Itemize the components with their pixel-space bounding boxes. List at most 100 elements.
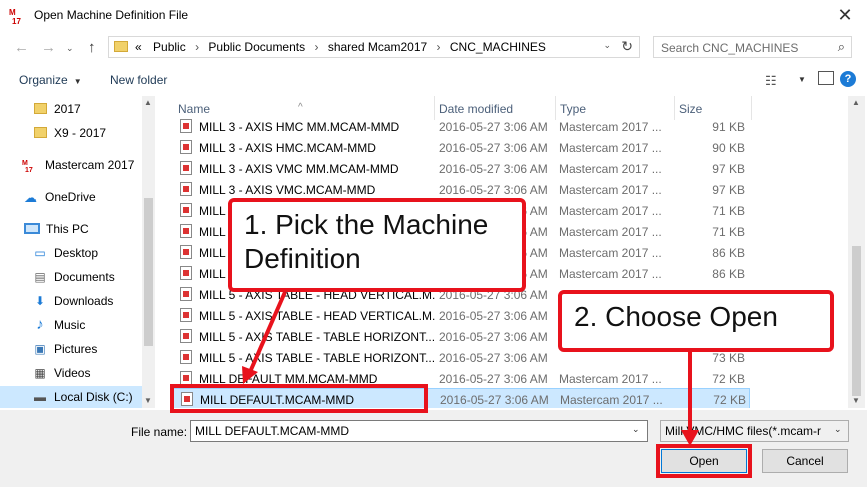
file-size: 71 KB bbox=[712, 225, 745, 239]
help-icon[interactable]: ? bbox=[840, 71, 856, 87]
cloud-icon: ☁ bbox=[24, 190, 37, 205]
pictures-icon: ▣ bbox=[34, 342, 46, 356]
music-icon: ♪ bbox=[36, 316, 44, 333]
address-bar[interactable]: « Public › Public Documents › shared Mca… bbox=[108, 36, 640, 58]
scroll-thumb[interactable] bbox=[852, 246, 861, 396]
chevron-down-icon[interactable]: ⌄ bbox=[632, 424, 640, 435]
sidebar-item-downloads[interactable]: ⬇ Downloads bbox=[0, 290, 142, 312]
breadcrumb: « Public › Public Documents › shared Mca… bbox=[135, 40, 546, 54]
file-name: MILL 3 - AXIS HMC.MCAM-MMD bbox=[199, 141, 376, 155]
file-name-input[interactable]: MILL DEFAULT.MCAM-MMD bbox=[190, 420, 648, 442]
mcam-file-icon bbox=[180, 203, 192, 217]
forward-arrow-icon[interactable]: → bbox=[41, 39, 56, 56]
sidebar-item-videos[interactable]: ▦ Videos bbox=[0, 362, 142, 384]
file-type-select[interactable]: Mill VMC/HMC files(*.mcam-r bbox=[660, 420, 849, 442]
svg-text:M: M bbox=[22, 160, 28, 167]
videos-icon: ▦ bbox=[34, 366, 46, 380]
view-options-icon[interactable]: ☷ bbox=[765, 73, 777, 89]
close-icon[interactable]: ✕ bbox=[835, 5, 855, 26]
scroll-down-icon[interactable]: ▼ bbox=[852, 396, 860, 405]
recent-locations-icon[interactable]: ⌄ bbox=[66, 43, 74, 54]
file-date: 2016-05-27 3:06 AM bbox=[439, 309, 548, 323]
file-row[interactable]: MILL 3 - AXIS VMC MM.MCAM-MMD 2016-05-27 … bbox=[172, 158, 750, 179]
downloads-icon: ⬇ bbox=[34, 294, 46, 308]
folder-icon bbox=[34, 103, 47, 114]
cancel-button[interactable]: Cancel bbox=[762, 449, 848, 473]
sidebar-item-label: 2017 bbox=[54, 102, 81, 116]
breadcrumb-cnc-machines[interactable]: CNC_MACHINES bbox=[450, 40, 546, 54]
disk-icon: ▬ bbox=[34, 390, 46, 404]
preview-pane-icon[interactable] bbox=[818, 71, 834, 85]
sidebar-item-label: Mastercam 2017 bbox=[45, 158, 135, 172]
file-date: 2016-05-27 3:06 AM bbox=[440, 393, 549, 407]
navigation-scrollbar[interactable]: ▲ ▼ bbox=[142, 96, 155, 408]
breadcrumb-public-documents[interactable]: Public Documents bbox=[208, 40, 305, 54]
chevron-down-icon[interactable]: ⌄ bbox=[834, 424, 842, 435]
chevron-down-icon[interactable]: ⌄ bbox=[603, 40, 611, 51]
column-divider[interactable] bbox=[751, 96, 752, 120]
highlight-selected-file bbox=[170, 384, 428, 413]
file-list-scrollbar[interactable]: ▲ ▼ bbox=[848, 96, 865, 408]
sidebar-item-music[interactable]: ♪ Music bbox=[0, 314, 142, 336]
file-name: MILL 5 - AXIS TABLE - HEAD VERTICAL.M... bbox=[199, 309, 435, 323]
chevron-down-icon[interactable]: ▼ bbox=[798, 75, 806, 84]
scroll-up-icon[interactable]: ▲ bbox=[144, 98, 152, 107]
sidebar-item-onedrive[interactable]: ☁ OneDrive bbox=[0, 186, 142, 208]
scroll-down-icon[interactable]: ▼ bbox=[144, 396, 152, 405]
search-icon[interactable]: ⌕ bbox=[838, 39, 845, 55]
file-type: Mastercam 2017 ... bbox=[559, 372, 662, 386]
sidebar-item-this-pc[interactable]: This PC bbox=[0, 218, 142, 240]
file-type: Mastercam 2017 ... bbox=[559, 162, 662, 176]
sidebar-item-documents[interactable]: ▤ Documents bbox=[0, 266, 142, 288]
file-size: 86 KB bbox=[712, 267, 745, 281]
search-input[interactable]: Search CNC_MACHINES ⌕ bbox=[653, 36, 852, 58]
sidebar-item-desktop[interactable]: ▭ Desktop bbox=[0, 242, 142, 264]
breadcrumb-separator: › bbox=[195, 40, 200, 54]
breadcrumb-shared-mcam2017[interactable]: shared Mcam2017 bbox=[328, 40, 427, 54]
window-title: Open Machine Definition File bbox=[34, 8, 189, 22]
callout-step2: 2. Choose Open bbox=[558, 290, 834, 352]
new-folder-button[interactable]: New folder bbox=[110, 73, 167, 87]
scroll-up-icon[interactable]: ▲ bbox=[852, 98, 860, 107]
column-header-label: Type bbox=[560, 102, 587, 116]
sidebar-item-mastercam-2017[interactable]: M 17 Mastercam 2017 bbox=[0, 154, 142, 176]
sidebar-item-label: Downloads bbox=[54, 294, 114, 308]
up-folder-icon[interactable]: ↑ bbox=[88, 39, 96, 56]
scroll-thumb[interactable] bbox=[144, 198, 153, 346]
sidebar-item-label: Documents bbox=[54, 270, 115, 284]
sidebar-item-2017[interactable]: 2017 bbox=[0, 98, 142, 120]
file-type: Mastercam 2017 ... bbox=[559, 204, 662, 218]
file-size: 71 KB bbox=[712, 204, 745, 218]
file-type: Mastercam 2017 ... bbox=[559, 183, 662, 197]
callout-step1: 1. Pick the Machine Definition bbox=[228, 198, 526, 292]
sidebar-item-local-disk[interactable]: ▬ Local Disk (C:) bbox=[0, 386, 142, 408]
sidebar-item-x9-2017[interactable]: X9 - 2017 bbox=[0, 122, 142, 144]
breadcrumb-separator: › bbox=[436, 40, 441, 54]
file-name: MILL 3 - AXIS VMC MM.MCAM-MMD bbox=[199, 162, 399, 176]
refresh-icon[interactable]: ↻ bbox=[621, 38, 633, 55]
mcam-file-icon bbox=[180, 140, 192, 154]
back-arrow-icon[interactable]: ← bbox=[14, 39, 29, 56]
documents-icon: ▤ bbox=[34, 270, 46, 284]
column-header-label: Name bbox=[178, 102, 211, 116]
mastercam-logo-icon: M 17 bbox=[9, 8, 21, 26]
file-date: 2016-05-27 3:06 AM bbox=[439, 330, 548, 344]
file-row[interactable]: MILL 3 - AXIS HMC MM.MCAM-MMD 2016-05-27 … bbox=[172, 116, 750, 137]
file-type: Mastercam 2017 ... bbox=[559, 267, 662, 281]
command-toolbar: Organize ▼ New folder ☷ ▼ ? bbox=[0, 66, 867, 94]
sidebar-item-pictures[interactable]: ▣ Pictures bbox=[0, 338, 142, 360]
breadcrumb-public[interactable]: Public bbox=[153, 40, 186, 54]
organize-button[interactable]: Organize ▼ bbox=[19, 73, 82, 87]
breadcrumb-separator: › bbox=[314, 40, 319, 54]
svg-text:M: M bbox=[9, 8, 16, 17]
sidebar-item-label: Local Disk (C:) bbox=[54, 390, 133, 404]
file-row[interactable]: MILL 3 - AXIS HMC.MCAM-MMD 2016-05-27 3:0… bbox=[172, 137, 750, 158]
title-bar: M 17 Open Machine Definition File ✕ bbox=[0, 0, 867, 32]
file-row[interactable]: MILL 3 - AXIS VMC.MCAM-MMD 2016-05-27 3:0… bbox=[172, 179, 750, 200]
breadcrumb-overflow[interactable]: « bbox=[135, 40, 142, 54]
highlight-open-button bbox=[656, 444, 752, 478]
file-size: 97 KB bbox=[712, 183, 745, 197]
folder-icon bbox=[114, 41, 128, 52]
mcam-file-icon bbox=[180, 371, 192, 385]
mcam-file-icon bbox=[180, 266, 192, 280]
